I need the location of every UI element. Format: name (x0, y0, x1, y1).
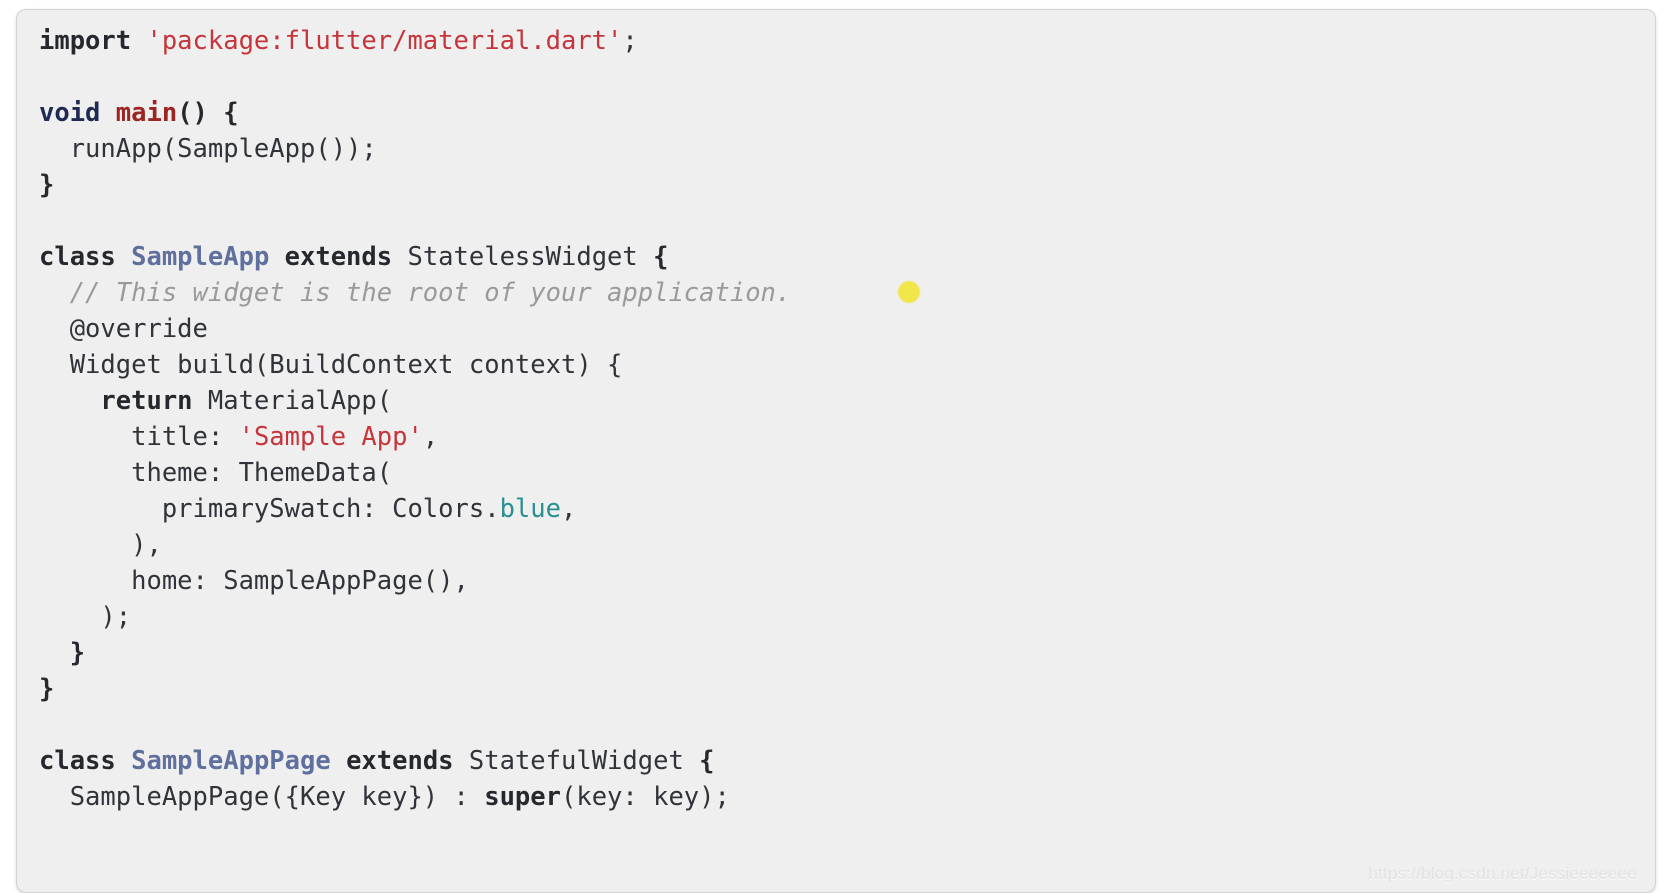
code-token: SampleAppPage (131, 746, 331, 776)
code-token: { (683, 746, 715, 776)
code-token: () { (177, 98, 239, 128)
csdn-watermark: https://blog.csdn.net/Jessieeeeeee (1368, 864, 1637, 883)
code-token: ; (622, 26, 638, 56)
code-token: StatelessWidget (407, 242, 638, 272)
code-token: 'package:flutter/material.dart' (146, 26, 623, 56)
code-line: } (39, 635, 1655, 671)
code-token: super (484, 782, 561, 812)
code-line: @override (39, 311, 1655, 347)
dart-code-block[interactable]: import 'package:flutter/material.dart'; … (39, 23, 1655, 815)
code-line: // This widget is the root of your appli… (39, 275, 1655, 311)
code-token: class (39, 242, 132, 272)
screenshot-root: import 'package:flutter/material.dart'; … (0, 0, 1673, 893)
code-token: title: (39, 422, 239, 452)
code-token: void (39, 98, 116, 128)
code-token: } (39, 674, 55, 704)
code-line: title: 'Sample App', (39, 419, 1655, 455)
code-line: Widget build(BuildContext context) { (39, 347, 1655, 383)
code-token: @override (39, 314, 208, 344)
code-line: primarySwatch: Colors.blue, (39, 491, 1655, 527)
code-panel: import 'package:flutter/material.dart'; … (16, 9, 1656, 893)
code-line: ); (39, 599, 1655, 635)
code-token: runApp(SampleApp()); (39, 134, 377, 164)
code-token: home: SampleAppPage(), (39, 566, 469, 596)
code-line: ), (39, 527, 1655, 563)
code-token: StatefulWidget (468, 746, 684, 776)
code-line: } (39, 671, 1655, 707)
code-token: ), (39, 530, 162, 560)
code-line: theme: ThemeData( (39, 455, 1655, 491)
code-token: extends (269, 242, 408, 272)
code-line: SampleAppPage({Key key}) : super(key: ke… (39, 779, 1655, 815)
code-token: SampleApp (131, 242, 270, 272)
code-token: import (39, 26, 147, 56)
code-line: return MaterialApp( (39, 383, 1655, 419)
code-line: void main() { (39, 95, 1655, 131)
code-token: // This widget is the root of your appli… (39, 278, 792, 308)
code-token: SampleAppPage({Key key}) : (39, 782, 485, 812)
code-token: main (115, 98, 178, 128)
cursor-highlight-dot (898, 281, 920, 303)
code-token: } (39, 170, 55, 200)
code-line: } (39, 167, 1655, 203)
code-token: } (39, 638, 86, 668)
code-line: import 'package:flutter/material.dart'; (39, 23, 1655, 59)
code-token: 'Sample App' (238, 422, 423, 452)
code-line: class SampleApp extends StatelessWidget … (39, 239, 1655, 275)
code-token: , (561, 494, 577, 524)
code-line: runApp(SampleApp()); (39, 131, 1655, 167)
code-token: MaterialApp( (207, 386, 393, 416)
code-token: blue (499, 494, 561, 524)
code-token: { (637, 242, 669, 272)
code-line: class SampleAppPage extends StatefulWidg… (39, 743, 1655, 779)
code-token: return (39, 386, 208, 416)
code-token: extends (330, 746, 469, 776)
code-token: (key: key); (560, 782, 730, 812)
code-token: ); (39, 602, 132, 632)
code-token: theme: ThemeData( (39, 458, 393, 488)
code-token: primarySwatch: Colors. (39, 494, 500, 524)
code-token: class (39, 746, 132, 776)
code-token: , (422, 422, 439, 452)
code-line: home: SampleAppPage(), (39, 563, 1655, 599)
code-token: Widget build(BuildContext context) { (39, 350, 623, 380)
